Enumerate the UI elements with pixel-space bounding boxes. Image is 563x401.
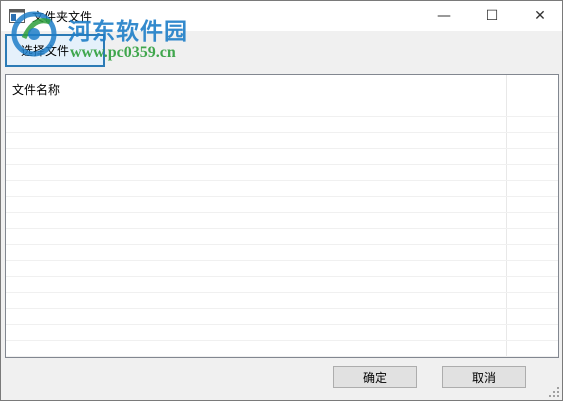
app-window-icon	[9, 9, 25, 23]
list-item	[6, 117, 558, 133]
list-item	[6, 133, 558, 149]
title-bar[interactable]: 文件夹文件 — ☐ ✕	[1, 1, 562, 31]
close-icon: ✕	[534, 8, 546, 24]
ok-label: 确定	[362, 370, 387, 385]
list-item	[6, 293, 558, 309]
list-header: 文件名称	[6, 75, 558, 101]
list-rows	[6, 101, 558, 357]
close-button[interactable]: ✕	[517, 1, 563, 31]
list-item	[6, 325, 558, 341]
list-item	[6, 181, 558, 197]
dialog-window: 文件夹文件 — ☐ ✕ 选择文件 文件名称 确定 取消	[0, 0, 563, 401]
cancel-label: 取消	[471, 370, 496, 385]
list-item	[6, 213, 558, 229]
minimize-button[interactable]: —	[421, 1, 467, 31]
maximize-button[interactable]: ☐	[469, 1, 515, 31]
maximize-icon: ☐	[485, 8, 499, 24]
minimize-icon: —	[437, 8, 451, 24]
list-item	[6, 149, 558, 165]
list-item	[6, 341, 558, 357]
list-item	[6, 197, 558, 213]
list-item	[6, 165, 558, 181]
list-item	[6, 245, 558, 261]
list-item	[6, 277, 558, 293]
column-header-filename[interactable]: 文件名称	[12, 81, 60, 98]
list-item	[6, 261, 558, 277]
list-item	[6, 101, 558, 117]
select-files-label: 选择文件	[20, 44, 69, 58]
resize-grip-icon[interactable]	[549, 387, 559, 397]
list-item	[6, 309, 558, 325]
select-files-button[interactable]: 选择文件	[5, 34, 105, 67]
ok-button[interactable]: 确定	[333, 366, 417, 388]
window-title: 文件夹文件	[32, 10, 93, 24]
list-item	[6, 229, 558, 245]
file-list[interactable]: 文件名称	[5, 74, 559, 358]
cancel-button[interactable]: 取消	[442, 366, 526, 388]
